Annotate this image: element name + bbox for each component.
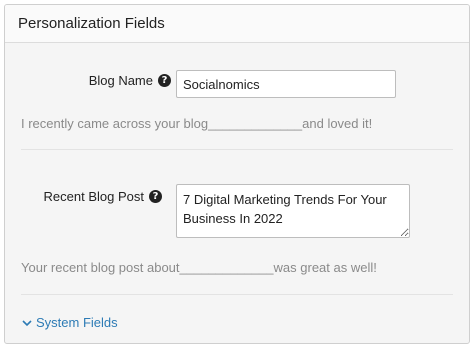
divider	[21, 294, 453, 295]
blog-name-label-row: Blog Name ?	[5, 73, 171, 88]
preview-text: was great as well!	[273, 260, 377, 275]
divider	[21, 149, 453, 150]
recent-post-label-row: Recent Blog Post ?	[5, 189, 162, 204]
chevron-down-icon	[22, 319, 32, 326]
help-circle-icon[interactable]: ?	[158, 74, 171, 87]
panel-title: Personalization Fields	[18, 15, 165, 32]
blog-name-input[interactable]	[176, 70, 396, 98]
personalization-panel: Personalization Fields Blog Name ? I rec…	[4, 4, 470, 344]
preview-text: Your recent blog post about	[21, 260, 180, 275]
help-circle-icon[interactable]: ?	[149, 190, 162, 203]
system-fields-toggle[interactable]: System Fields	[21, 315, 118, 330]
blog-name-preview: I recently came across your blog________…	[21, 116, 372, 131]
preview-text: I recently came across your blog	[21, 116, 209, 131]
blog-name-label: Blog Name	[88, 73, 153, 88]
preview-blank: _____________	[179, 260, 274, 275]
recent-post-textarea[interactable]: 7 Digital Marketing Trends For Your Busi…	[176, 184, 410, 238]
panel-header: Personalization Fields	[5, 5, 469, 43]
recent-post-label: Recent Blog Post	[43, 189, 144, 204]
preview-blank: _____________	[208, 116, 303, 131]
system-fields-label: System Fields	[36, 315, 118, 330]
recent-post-preview: Your recent blog post about_____________…	[21, 260, 377, 275]
preview-text: and loved it!	[302, 116, 373, 131]
